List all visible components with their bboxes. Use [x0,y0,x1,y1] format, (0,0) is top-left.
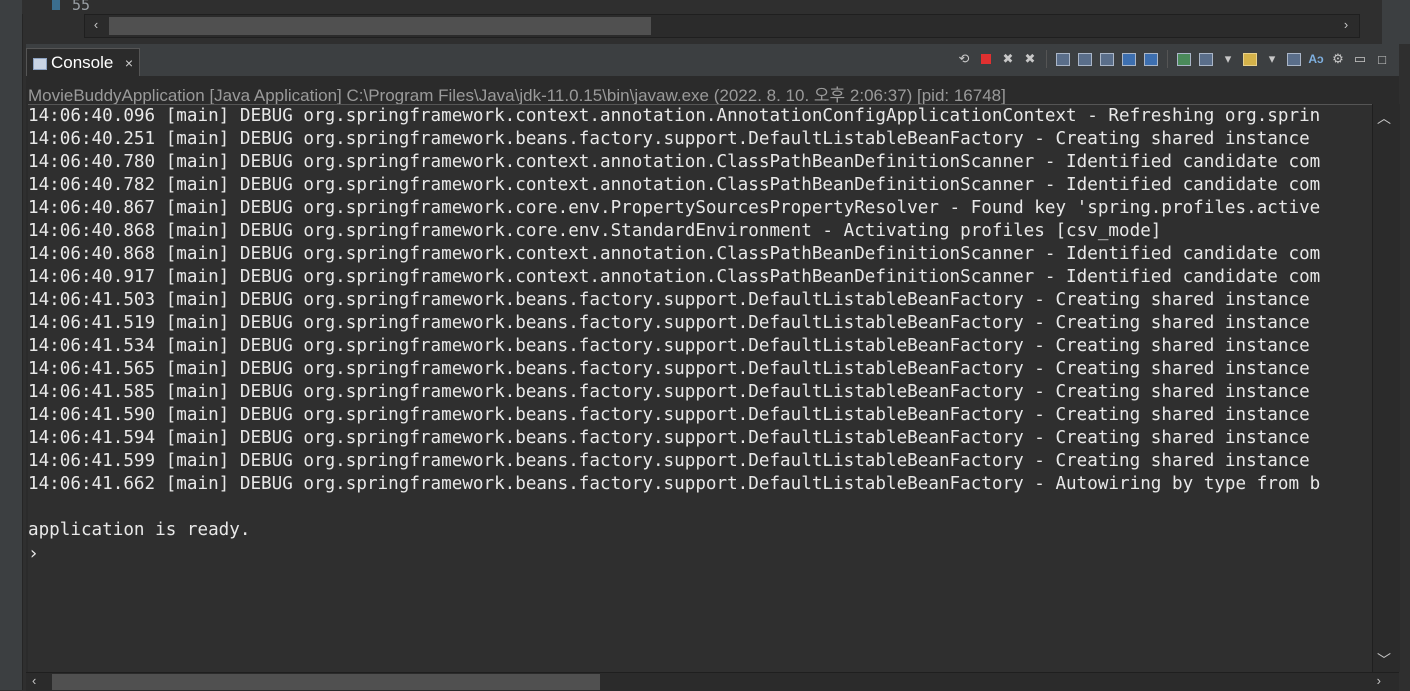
line-marker-icon [52,0,60,10]
toolbar-separator [1167,50,1168,68]
chevron-down-icon[interactable]: ▾ [1219,50,1237,68]
editor-scroll-thumb[interactable] [109,17,651,35]
console-vertical-scrollbar[interactable]: ︿ ﹀ [1372,104,1400,672]
display-selected-console-icon[interactable] [1197,50,1215,68]
launch-configuration-label: MovieBuddyApplication [Java Application]… [28,86,1006,105]
minimize-icon[interactable]: ▭ [1351,50,1369,68]
copy-icon[interactable] [1285,50,1303,68]
right-panel-edge [1382,0,1410,44]
editor-horizontal-scrollbar[interactable]: ‹ › [84,14,1360,38]
log-line: 14:06:41.662 [main] DEBUG org.springfram… [28,474,1321,494]
log-line: 14:06:41.590 [main] DEBUG org.springfram… [28,405,1310,425]
log-line: 14:06:40.917 [main] DEBUG org.springfram… [28,267,1321,287]
log-line: 14:06:40.096 [main] DEBUG org.springfram… [28,106,1321,126]
new-console-icon[interactable] [1241,50,1259,68]
log-line: 14:06:40.780 [main] DEBUG org.springfram… [28,152,1321,172]
scroll-right-icon[interactable]: › [1337,16,1355,34]
log-line: 14:06:40.251 [main] DEBUG org.springfram… [28,129,1310,149]
log-line: 14:06:41.565 [main] DEBUG org.springfram… [28,359,1310,379]
remove-launch-icon[interactable]: ✖ [999,50,1017,68]
clear-console-icon[interactable] [1054,50,1072,68]
console-output[interactable]: 14:06:40.096 [main] DEBUG org.springfram… [28,104,1372,673]
log-line: 14:06:40.868 [main] DEBUG org.springfram… [28,244,1321,264]
scroll-lock-icon[interactable] [1076,50,1094,68]
console-horizontal-scrollbar[interactable]: ‹ › [26,672,1399,691]
chevron-up-icon[interactable]: ︿ [1377,108,1391,128]
console-scroll-thumb[interactable] [52,674,600,690]
show-on-stdout-icon[interactable] [1120,50,1138,68]
console-prompt: › [28,543,39,564]
console-toolbar: ⟲ ✖ ✖ ▾ ▾ Aɔ ⚙ ▭ □ [955,49,1391,69]
word-wrap-icon[interactable] [1098,50,1116,68]
log-line: 14:06:41.503 [main] DEBUG org.springfram… [28,290,1310,310]
scroll-left-icon[interactable]: ‹ [87,16,105,34]
log-line: 14:06:40.868 [main] DEBUG org.springfram… [28,221,1162,241]
terminate-icon[interactable] [977,50,995,68]
close-icon[interactable]: × [125,49,133,77]
log-line: 14:06:40.867 [main] DEBUG org.springfram… [28,198,1321,218]
log-line: 14:06:41.534 [main] DEBUG org.springfram… [28,336,1310,356]
settings-icon[interactable]: ⚙ [1329,50,1347,68]
log-line: 14:06:41.599 [main] DEBUG org.springfram… [28,451,1310,471]
scroll-left-icon[interactable]: ‹ [32,673,36,688]
maximize-icon[interactable]: □ [1373,50,1391,68]
tab-console-label: Console [51,53,114,72]
pin-console-icon[interactable] [1175,50,1193,68]
scroll-right-icon[interactable]: › [1377,673,1381,688]
terminate-relaunch-icon[interactable]: ⟲ [955,50,973,68]
log-line: 14:06:40.782 [main] DEBUG org.springfram… [28,175,1321,195]
text-mode-icon[interactable]: Aɔ [1307,50,1325,68]
console-tab-bar: Console × ⟲ ✖ ✖ ▾ ▾ Aɔ ⚙ ▭ □ [26,44,1399,77]
chevron-down-icon[interactable]: ▾ [1263,50,1281,68]
log-line: 14:06:41.585 [main] DEBUG org.springfram… [28,382,1310,402]
console-icon [33,57,47,70]
chevron-down-icon[interactable]: ﹀ [1377,650,1391,670]
log-lines: 14:06:40.096 [main] DEBUG org.springfram… [28,105,1372,542]
show-on-stderr-icon[interactable] [1142,50,1160,68]
console-view: Console × ⟲ ✖ ✖ ▾ ▾ Aɔ ⚙ ▭ □ MovieBuddyA… [26,44,1400,691]
log-line: application is ready. [28,520,251,540]
tab-console[interactable]: Console × [26,48,140,76]
log-line: 14:06:41.594 [main] DEBUG org.springfram… [28,428,1310,448]
editor-line-number: 55 [72,0,91,14]
log-line: 14:06:41.519 [main] DEBUG org.springfram… [28,313,1310,333]
remove-all-icon[interactable]: ✖ [1021,50,1039,68]
editor-area-remnant: 55 [22,0,1382,14]
toolbar-separator [1046,50,1047,68]
left-gutter-panel [0,0,23,690]
